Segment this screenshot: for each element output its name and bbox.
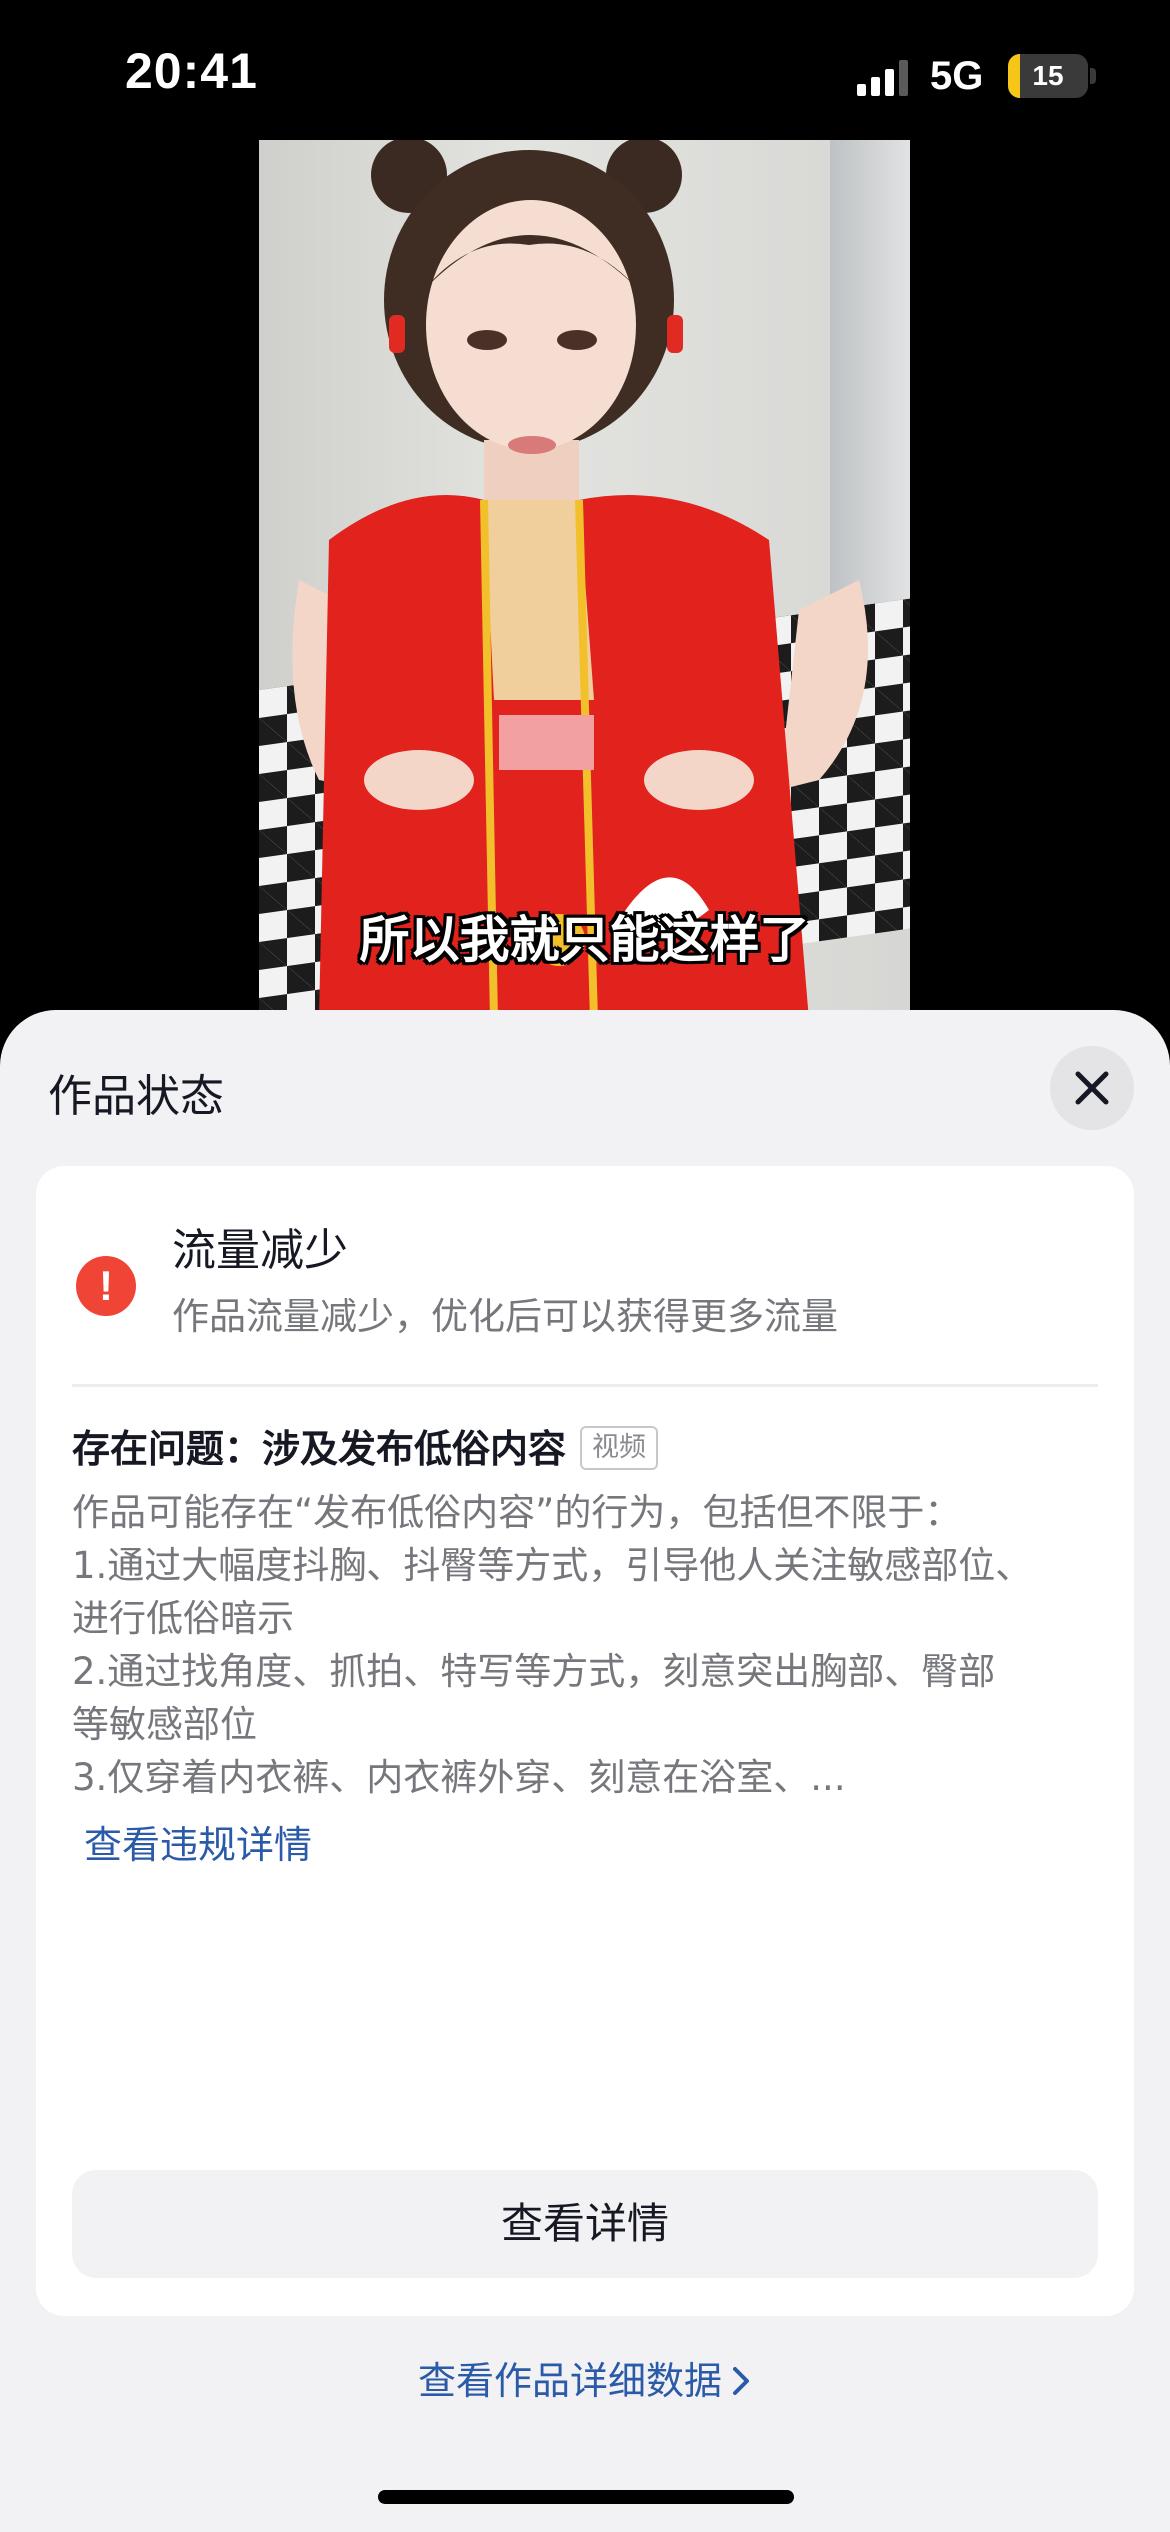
video-subtitle: 所以我就只能这样了 (359, 911, 810, 969)
status-description: 作品流量减少，优化后可以获得更多流量 (172, 1295, 838, 1338)
signal-icon (857, 60, 908, 96)
issue-line: 等敏感部位 (72, 1703, 257, 1746)
issue-description: 作品可能存在“发布低俗内容”的行为，包括但不限于： 1.通过大幅度抖胸、抖臀等方… (72, 1486, 1102, 1804)
exclamation-icon: ! (76, 1256, 136, 1316)
issue-title: 存在问题：涉及发布低俗内容 视频 (72, 1418, 659, 1473)
battery-level: 15 (1032, 60, 1064, 91)
status-heading: 流量减少 (172, 1225, 348, 1276)
view-details-button[interactable]: 查看详情 (72, 2170, 1098, 2278)
view-work-data-label: 查看作品详细数据 (417, 2359, 722, 2403)
work-status-sheet: 作品状态 ! 流量减少 作品流量减少，优化后可以获得更多流量 存在问题：涉及发布… (0, 1010, 1170, 2532)
issue-line: 3.仅穿着内衣裤、内衣裤外穿、刻意在浴室、... (72, 1756, 846, 1799)
issue-line: 2.通过找角度、抓拍、特写等方式，刻意突出胸部、臀部 (72, 1650, 996, 1693)
status-time: 20:41 (125, 43, 258, 99)
status-card: ! 流量减少 作品流量减少，优化后可以获得更多流量 存在问题：涉及发布低俗内容视… (36, 1166, 1134, 2316)
issue-tag: 视频 (580, 1426, 659, 1470)
chevron-right-icon (733, 2367, 749, 2395)
issue-title-text: 存在问题：涉及发布低俗内容 (72, 1427, 567, 1471)
battery-tip (1090, 68, 1096, 84)
view-work-data-link[interactable]: 查看作品详细数据 (0, 2350, 1170, 2405)
divider (72, 1384, 1098, 1387)
video-preview[interactable]: 所以我就只能这样了 (259, 140, 910, 1020)
battery-icon: 15 (1008, 54, 1088, 98)
issue-line: 1.通过大幅度抖胸、抖臀等方式，引导他人关注敏感部位、 (72, 1544, 1033, 1587)
exclamation-glyph: ! (99, 1262, 113, 1309)
issue-line: 作品可能存在“发布低俗内容”的行为，包括但不限于： (72, 1491, 962, 1534)
status-bar: 20:41 5G 15 (0, 0, 1170, 140)
home-indicator[interactable] (378, 2490, 794, 2504)
close-button[interactable] (1050, 1046, 1134, 1130)
sheet-title: 作品状态 (48, 1071, 224, 1122)
video-person (292, 140, 868, 1020)
issue-line: 进行低俗暗示 (72, 1597, 294, 1640)
view-violation-details-link[interactable]: 查看违规详情 (84, 1814, 312, 1869)
network-label: 5G (930, 54, 984, 98)
screen: 20:41 5G 15 所以我就只能这样了 作品状态 ! 流量减少 作品流量减少… (0, 0, 1170, 2532)
close-icon (1075, 1071, 1109, 1105)
